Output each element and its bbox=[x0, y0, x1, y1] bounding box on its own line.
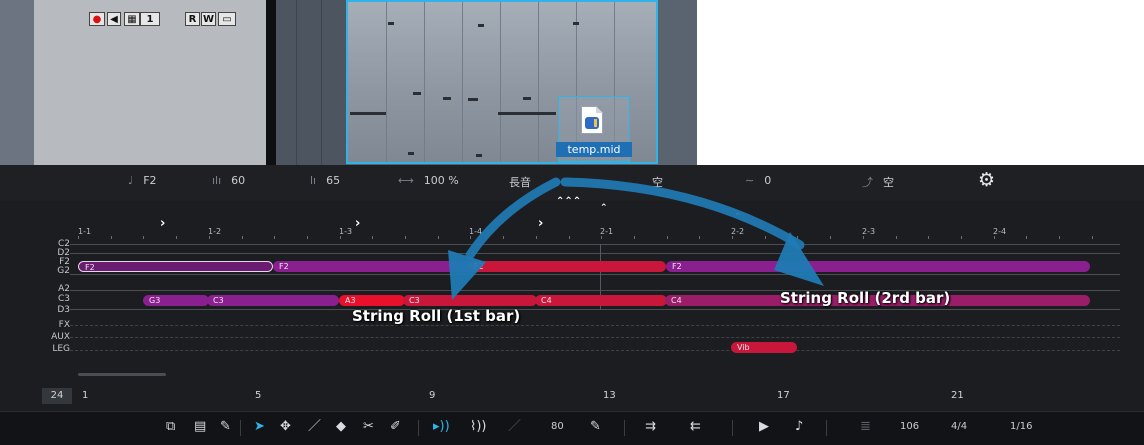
measure-marker[interactable]: 13 bbox=[599, 388, 621, 404]
measure-label: 9 bbox=[429, 390, 436, 401]
measure-label: 1 bbox=[82, 390, 89, 401]
pin-icon[interactable]: ✎ bbox=[590, 418, 601, 436]
toolbar-separator bbox=[732, 420, 733, 436]
edit-icon[interactable]: ✎ bbox=[220, 418, 231, 436]
document-icon[interactable]: ▤ bbox=[194, 418, 206, 436]
horizontal-scrollbar[interactable] bbox=[78, 373, 166, 376]
toolbar-velocity-value[interactable]: 80 bbox=[551, 421, 564, 432]
measure-label: 5 bbox=[255, 390, 262, 401]
measure-marker[interactable]: 9 bbox=[425, 388, 447, 404]
arrow-second-bar bbox=[560, 177, 805, 250]
tempo-icon: ≣ bbox=[860, 419, 871, 434]
step-input-icon[interactable]: ⌇)) bbox=[470, 418, 487, 436]
play-listen-icon[interactable]: ▸)) bbox=[433, 418, 450, 436]
measure-marker[interactable]: 1 bbox=[78, 388, 100, 404]
grid-value[interactable]: 1/16 bbox=[1010, 421, 1032, 432]
measure-bar bbox=[0, 385, 1144, 409]
metronome-icon[interactable]: ♪ bbox=[795, 418, 803, 436]
meter-value[interactable]: 4/4 bbox=[951, 421, 967, 432]
velocity-pen-icon[interactable]: ／ bbox=[508, 418, 521, 436]
move-tool-icon[interactable]: ✥ bbox=[280, 418, 291, 436]
swap-left-icon[interactable]: ⇇ bbox=[690, 418, 701, 436]
arrow-head bbox=[448, 250, 486, 300]
zoom-field[interactable]: 24 bbox=[42, 388, 72, 404]
measure-marker[interactable]: 5 bbox=[251, 388, 273, 404]
play-icon[interactable]: ▶ bbox=[759, 418, 769, 436]
scissors-tool-icon[interactable]: ✂ bbox=[363, 418, 374, 436]
toolbar-separator bbox=[240, 420, 241, 436]
measure-marker[interactable]: 21 bbox=[947, 388, 969, 404]
annotation-arrows bbox=[448, 177, 824, 300]
copy-icon[interactable]: ⧉ bbox=[166, 418, 175, 436]
arrow-first-bar bbox=[465, 177, 561, 260]
measure-label: 17 bbox=[777, 390, 790, 401]
toolbar-separator bbox=[418, 420, 419, 436]
pointer-tool-icon[interactable]: ➤ bbox=[254, 418, 265, 436]
annotation-second-bar: String Roll (2rd bar) bbox=[780, 289, 951, 307]
measure-marker[interactable]: 17 bbox=[773, 388, 795, 404]
marker-tool-icon[interactable]: ✐ bbox=[390, 418, 401, 436]
measure-label: 13 bbox=[603, 390, 616, 401]
swap-right-icon[interactable]: ⇉ bbox=[645, 418, 656, 436]
pencil-tool-icon[interactable]: ／ bbox=[308, 418, 321, 436]
toolbar-separator bbox=[826, 420, 827, 436]
annotation-first-bar: String Roll (1st bar) bbox=[352, 307, 521, 325]
measure-label: 21 bbox=[951, 390, 964, 401]
tempo-value[interactable]: 106 bbox=[900, 421, 919, 432]
toolbar-separator bbox=[624, 420, 625, 436]
eraser-tool-icon[interactable]: ◆ bbox=[336, 418, 346, 436]
